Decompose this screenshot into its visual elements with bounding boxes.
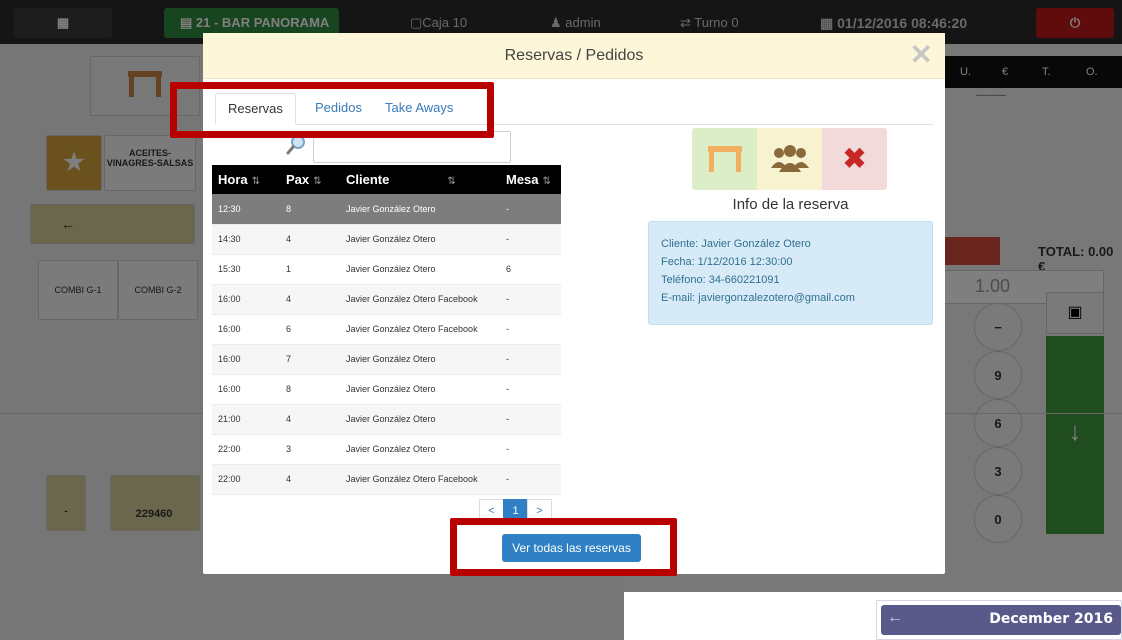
cell-hora: 21:00	[212, 404, 280, 435]
cell-mesa: -	[500, 194, 561, 225]
cell-pax: 1	[280, 254, 340, 285]
table-icon	[707, 146, 742, 172]
table-row[interactable]: 14:30 4 Javier González Otero -	[212, 224, 561, 255]
cell-hora: 14:30	[212, 224, 280, 255]
cell-hora: 16:00	[212, 314, 280, 345]
info-telefono: Teléfono: 34-660221091	[661, 274, 780, 286]
cell-mesa: -	[500, 314, 561, 345]
cell-mesa: -	[500, 344, 561, 375]
cell-pax: 3	[280, 434, 340, 465]
cell-cliente: Javier González Otero	[340, 374, 500, 405]
table-row[interactable]: 16:00 7 Javier González Otero -	[212, 344, 561, 375]
table-row[interactable]: 22:00 3 Javier González Otero -	[212, 434, 561, 465]
col-hora-label: Hora	[218, 172, 248, 187]
cell-pax: 8	[280, 374, 340, 405]
cell-cliente: Javier González Otero	[340, 224, 500, 255]
cell-hora: 22:00	[212, 434, 280, 465]
table-header-row: Hora ⇅ Pax ⇅ Cliente ⇅ Mesa ⇅	[212, 165, 561, 194]
info-title: Info de la reserva	[732, 196, 849, 213]
cell-cliente: Javier González Otero	[340, 194, 500, 225]
cell-mesa: -	[500, 374, 561, 405]
cancel-reservation-button[interactable]: ✖	[822, 128, 887, 190]
sort-icon: ⇅	[313, 176, 322, 187]
reservation-info-box: Cliente: Javier González Otero Fecha: 1/…	[648, 221, 933, 325]
button-highlight	[450, 518, 677, 576]
cell-pax: 8	[280, 194, 340, 225]
reservations-table: Hora ⇅ Pax ⇅ Cliente ⇅ Mesa ⇅ 12:30 8 Javier…	[212, 165, 561, 495]
sort-icon: ⇅	[447, 176, 456, 187]
table-row[interactable]: 16:00 8 Javier González Otero -	[212, 374, 561, 405]
table-row[interactable]: 16:00 6 Javier González Otero Facebook -	[212, 314, 561, 345]
cell-mesa: -	[500, 224, 561, 255]
cell-hora: 15:30	[212, 254, 280, 285]
cell-hora: 16:00	[212, 344, 280, 375]
calendar-prev-icon[interactable]: ←	[887, 609, 903, 627]
col-pax-label: Pax	[286, 172, 310, 187]
assign-table-button[interactable]	[692, 128, 757, 190]
people-icon	[770, 145, 809, 172]
cell-cliente: Javier González Otero Facebook	[340, 314, 500, 345]
cell-cliente: Javier González Otero	[340, 404, 500, 435]
cell-cliente: Javier González Otero Facebook	[340, 464, 500, 495]
cell-mesa: -	[500, 434, 561, 465]
sort-icon: ⇅	[542, 176, 551, 187]
cell-hora: 22:00	[212, 464, 280, 495]
table-row[interactable]: 15:30 1 Javier González Otero 6	[212, 254, 561, 285]
cell-pax: 7	[280, 344, 340, 375]
col-mesa[interactable]: Mesa ⇅	[500, 165, 561, 194]
close-icon[interactable]: ✕	[910, 41, 933, 69]
col-cliente[interactable]: Cliente ⇅	[340, 165, 500, 194]
cell-pax: 4	[280, 464, 340, 495]
col-hora[interactable]: Hora ⇅	[212, 165, 280, 194]
col-pax[interactable]: Pax ⇅	[280, 165, 340, 194]
tabs-highlight	[170, 82, 494, 138]
cell-pax: 4	[280, 224, 340, 255]
calendar-title: December 2016	[989, 611, 1113, 627]
cell-cliente: Javier González Otero	[340, 434, 500, 465]
cell-cliente: Javier González Otero	[340, 344, 500, 375]
col-cliente-label: Cliente	[346, 172, 390, 187]
calendar-widget: ← December 2016	[876, 600, 1122, 640]
cell-pax: 6	[280, 314, 340, 345]
table-row[interactable]: 21:00 4 Javier González Otero -	[212, 404, 561, 435]
seat-guests-button[interactable]	[757, 128, 822, 190]
cell-mesa: 6	[500, 254, 561, 285]
modal-header: Reservas / Pedidos ✕	[203, 33, 945, 79]
table-row[interactable]: 22:00 4 Javier González Otero Facebook -	[212, 464, 561, 495]
calendar-header: ← December 2016	[881, 605, 1121, 635]
cell-pax: 4	[280, 404, 340, 435]
sort-icon: ⇅	[251, 176, 261, 187]
col-mesa-label: Mesa	[506, 172, 539, 187]
cell-mesa: -	[500, 404, 561, 435]
cell-mesa: -	[500, 284, 561, 315]
table-row[interactable]: 12:30 8 Javier González Otero -	[212, 194, 561, 225]
cell-mesa: -	[500, 464, 561, 495]
cell-hora: 16:00	[212, 374, 280, 405]
info-fecha: Fecha: 1/12/2016 12:30:00	[661, 256, 793, 268]
close-icon: ✖	[842, 143, 867, 174]
cell-cliente: Javier González Otero Facebook	[340, 284, 500, 315]
cell-cliente: Javier González Otero	[340, 254, 500, 285]
table-row[interactable]: 16:00 4 Javier González Otero Facebook -	[212, 284, 561, 315]
modal-title: Reservas / Pedidos	[504, 47, 644, 64]
cell-pax: 4	[280, 284, 340, 315]
info-email: E-mail: javiergonzalezotero@gmail.com	[661, 292, 855, 304]
cell-hora: 16:00	[212, 284, 280, 315]
info-cliente: Cliente: Javier González Otero	[661, 238, 811, 250]
cell-hora: 12:30	[212, 194, 280, 225]
